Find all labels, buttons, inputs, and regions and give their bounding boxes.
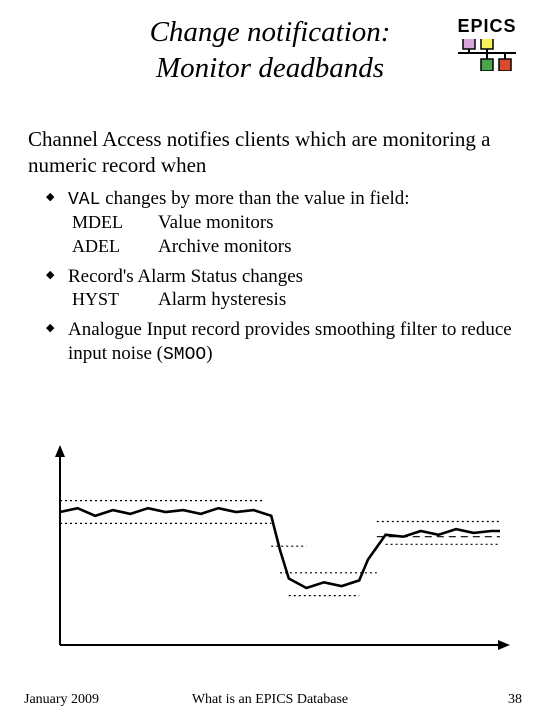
slide-title: Change notification: Monitor deadbands: [70, 14, 470, 87]
mdel-desc: Value monitors: [158, 211, 274, 235]
bullet-1: VAL changes by more than the value in fi…: [46, 187, 512, 259]
hyst-desc: Alarm hysteresis: [158, 288, 286, 312]
epics-logo-text: EPICS: [452, 16, 522, 37]
bullet-1-row-1: MDEL Value monitors: [72, 211, 512, 235]
mdel-label: MDEL: [72, 211, 158, 235]
slide-body: Channel Access notifies clients which ar…: [0, 106, 540, 366]
bullet-1-text: changes by more than the value in field:: [100, 188, 409, 209]
title-line-1: Change notification:: [150, 16, 391, 48]
bullet-3: Analogue Input record provides smoothing…: [46, 318, 512, 366]
bullet-3-field: SMOO: [163, 345, 206, 365]
bullet-2: Record's Alarm Status changes HYST Alarm…: [46, 265, 512, 313]
bullet-1-field: VAL: [68, 190, 100, 210]
epics-logo: EPICS: [452, 16, 522, 71]
bullet-list: VAL changes by more than the value in fi…: [46, 187, 512, 367]
hyst-label: HYST: [72, 288, 158, 312]
title-line-2: Monitor deadbands: [156, 52, 384, 84]
bullet-3-pre: Analogue Input record provides smoothing…: [68, 319, 512, 364]
bullet-1-row-2: ADEL Archive monitors: [72, 235, 512, 259]
footer-title: What is an EPICS Database: [0, 692, 540, 708]
bullet-3-post: ): [206, 343, 212, 364]
bullet-2-text: Record's Alarm Status changes: [68, 266, 303, 287]
adel-label: ADEL: [72, 235, 158, 259]
epics-logo-icon: [458, 39, 516, 71]
slide-header: Change notification: Monitor deadbands E…: [0, 0, 540, 106]
adel-desc: Archive monitors: [158, 235, 292, 259]
intro-text: Channel Access notifies clients which ar…: [28, 126, 512, 179]
chart-svg: [30, 445, 510, 665]
slide: Change notification: Monitor deadbands E…: [0, 0, 540, 720]
footer-page-number: 38: [508, 692, 522, 708]
deadband-chart: [30, 445, 510, 665]
bullet-2-row-1: HYST Alarm hysteresis: [72, 288, 512, 312]
